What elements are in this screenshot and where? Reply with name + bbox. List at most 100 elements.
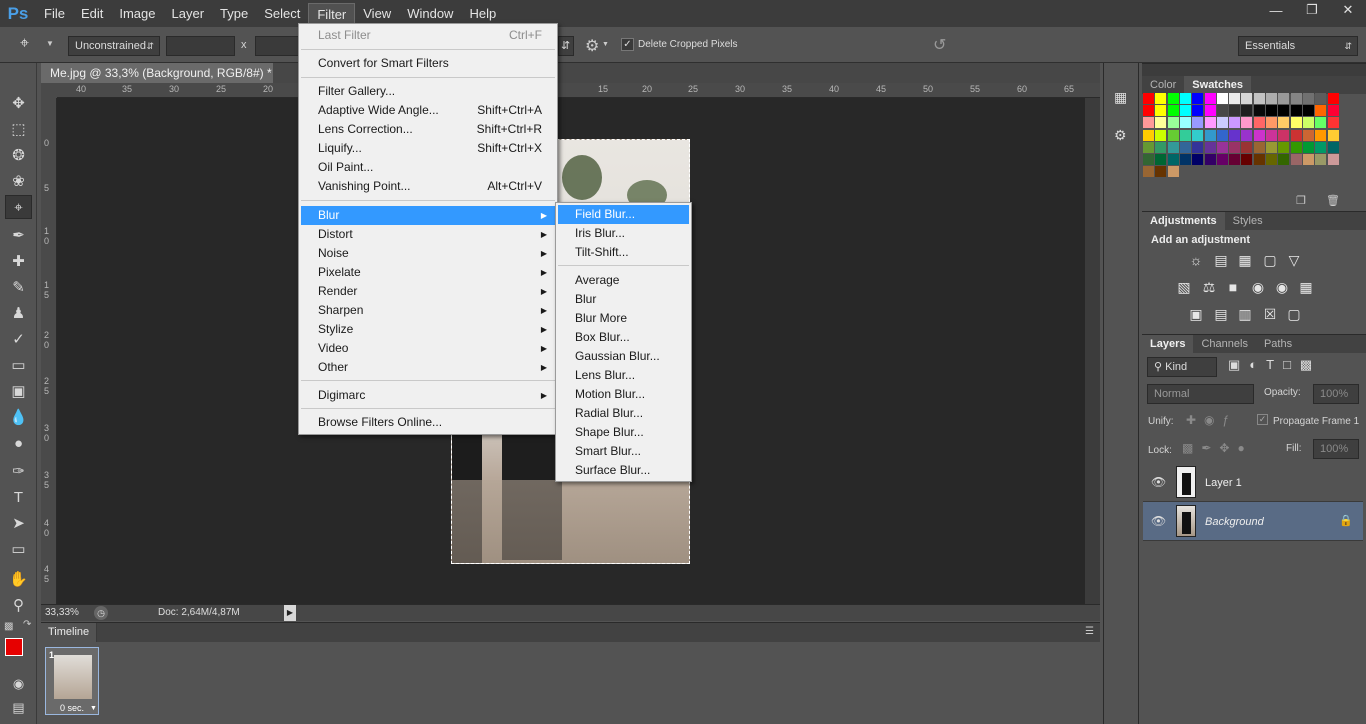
- color-swatch[interactable]: [1216, 105, 1228, 117]
- tab-color[interactable]: Color: [1142, 76, 1184, 94]
- crop-tool-icon[interactable]: ⌖: [5, 195, 32, 219]
- tab-swatches[interactable]: Swatches: [1184, 76, 1252, 94]
- menu-item-last-filter[interactable]: Last Filter Ctrl+F: [301, 26, 555, 45]
- color-swatch[interactable]: [1167, 166, 1179, 178]
- type-tool-icon[interactable]: T: [5, 485, 32, 509]
- menu-item-liquify[interactable]: Liquify... Shift+Ctrl+X: [301, 139, 555, 158]
- minimize-icon[interactable]: —: [1258, 0, 1294, 20]
- new-swatch-icon[interactable]: ❐: [1296, 194, 1306, 207]
- swap-colors-icon[interactable]: ↷: [23, 619, 31, 630]
- lock-icons[interactable]: ▩✒✥●: [1182, 441, 1253, 455]
- color-swatch[interactable]: [1229, 141, 1241, 153]
- menu-layer[interactable]: Layer: [164, 3, 213, 25]
- exposure-icon[interactable]: ▢: [1261, 252, 1279, 268]
- color-swatch[interactable]: [1216, 129, 1228, 141]
- menu-item-filter-gallery[interactable]: Filter Gallery...: [301, 82, 555, 101]
- view-dropdown[interactable]: ⇵: [558, 36, 574, 56]
- color-swatch[interactable]: [1216, 141, 1228, 153]
- frame-delay[interactable]: 0 sec.: [60, 703, 84, 713]
- document-tab[interactable]: Me.jpg @ 33,3% (Background, RGB/8#) *: [41, 63, 273, 83]
- color-swatch[interactable]: [1143, 154, 1154, 165]
- foreground-color-swatch[interactable]: [5, 638, 23, 656]
- crop-tool-preset-icon[interactable]: ⌖: [20, 35, 29, 53]
- color-swatch[interactable]: [1143, 105, 1154, 117]
- color-swatch[interactable]: [1143, 129, 1154, 141]
- gradient-tool-icon[interactable]: ▣: [5, 379, 32, 403]
- menu-item-stylize[interactable]: Stylize ▶: [301, 320, 555, 339]
- color-swatch[interactable]: [1192, 154, 1204, 165]
- color-swatch[interactable]: [1302, 93, 1314, 104]
- unify-icons[interactable]: ✚◉ƒ: [1186, 413, 1237, 427]
- restore-icon[interactable]: ❐: [1294, 0, 1330, 20]
- color-swatch[interactable]: [1204, 105, 1216, 117]
- color-swatch[interactable]: [1167, 154, 1179, 165]
- color-swatch[interactable]: [1327, 154, 1339, 165]
- vertical-scrollbar[interactable]: [1085, 98, 1100, 604]
- dodge-tool-icon[interactable]: ●: [5, 431, 32, 455]
- curves-icon[interactable]: ▦: [1236, 252, 1254, 268]
- color-swatch[interactable]: [1266, 154, 1277, 165]
- menu-item-browse-filters[interactable]: Browse Filters Online...: [301, 413, 555, 432]
- color-swatch[interactable]: [1253, 154, 1265, 165]
- opacity-input[interactable]: 100%: [1313, 384, 1359, 404]
- color-swatch[interactable]: [1167, 117, 1179, 129]
- color-swatch[interactable]: [1278, 154, 1290, 165]
- threshold-icon[interactable]: ▥: [1236, 306, 1254, 322]
- menu-item-adaptive-wide-angle[interactable]: Adaptive Wide Angle... Shift+Ctrl+A: [301, 101, 555, 120]
- menu-item-render[interactable]: Render ▶: [301, 282, 555, 301]
- menu-item-smart-blur[interactable]: Smart Blur...: [558, 442, 689, 461]
- layer-row-layer1[interactable]: 👁 Layer 1: [1143, 463, 1363, 502]
- color-swatch[interactable]: [1253, 129, 1265, 141]
- menu-item-radial-blur[interactable]: Radial Blur...: [558, 404, 689, 423]
- color-swatch[interactable]: [1216, 93, 1228, 104]
- color-swatch[interactable]: [1229, 105, 1241, 117]
- color-swatch[interactable]: [1315, 105, 1327, 117]
- menu-item-blur-more[interactable]: Blur More: [558, 309, 689, 328]
- color-swatch[interactable]: [1290, 117, 1302, 129]
- color-swatch[interactable]: [1266, 141, 1277, 153]
- color-swatch[interactable]: [1155, 105, 1167, 117]
- status-arrow-icon[interactable]: ▶: [284, 605, 296, 621]
- width-input[interactable]: [166, 36, 235, 56]
- lasso-tool-icon[interactable]: ❂: [5, 143, 32, 167]
- tab-adjustments[interactable]: Adjustments: [1142, 212, 1225, 230]
- reset-icon[interactable]: ↺: [933, 35, 946, 55]
- color-swatch[interactable]: [1192, 129, 1204, 141]
- quick-mask-icon[interactable]: ◉: [5, 672, 32, 696]
- color-swatch[interactable]: [1229, 93, 1241, 104]
- layer-filter-dropdown[interactable]: ⚲ Kind: [1147, 357, 1217, 377]
- levels-icon[interactable]: ▤: [1212, 252, 1230, 268]
- layer-name[interactable]: Background: [1205, 516, 1264, 528]
- color-swatch[interactable]: [1315, 117, 1327, 129]
- delete-cropped-checkbox[interactable]: ✓: [621, 38, 634, 51]
- color-balance-icon[interactable]: ⚖: [1200, 279, 1218, 295]
- color-swatch[interactable]: [1192, 117, 1204, 129]
- height-input[interactable]: [255, 36, 299, 56]
- zoom-level[interactable]: 33,33%: [45, 607, 79, 618]
- menu-item-field-blur[interactable]: Field Blur...: [558, 205, 689, 224]
- color-swatch[interactable]: [1253, 105, 1265, 117]
- color-swatch[interactable]: [1155, 166, 1167, 178]
- color-swatch[interactable]: [1143, 166, 1154, 178]
- color-swatch[interactable]: [1327, 117, 1339, 129]
- brush-tool-icon[interactable]: ✎: [5, 275, 32, 299]
- color-swatch[interactable]: [1241, 93, 1253, 104]
- color-swatch[interactable]: [1266, 129, 1277, 141]
- preset-dropdown-arrow-icon[interactable]: ▼: [46, 39, 54, 48]
- color-lookup-icon[interactable]: ▦: [1297, 279, 1315, 295]
- color-swatch[interactable]: [1241, 141, 1253, 153]
- color-swatch[interactable]: [1143, 93, 1154, 104]
- color-swatch[interactable]: [1229, 154, 1241, 165]
- color-swatch[interactable]: [1290, 154, 1302, 165]
- posterize-icon[interactable]: ▤: [1212, 306, 1230, 322]
- menu-file[interactable]: File: [36, 3, 73, 25]
- menu-item-video[interactable]: Video ▶: [301, 339, 555, 358]
- menu-item-other[interactable]: Other ▶: [301, 358, 555, 377]
- color-swatch[interactable]: [1278, 105, 1290, 117]
- color-swatch[interactable]: [1241, 154, 1253, 165]
- menu-image[interactable]: Image: [111, 3, 163, 25]
- channel-mixer-icon[interactable]: ◉: [1273, 279, 1291, 295]
- color-swatch[interactable]: [1167, 141, 1179, 153]
- color-swatch[interactable]: [1290, 141, 1302, 153]
- menu-type[interactable]: Type: [212, 3, 256, 25]
